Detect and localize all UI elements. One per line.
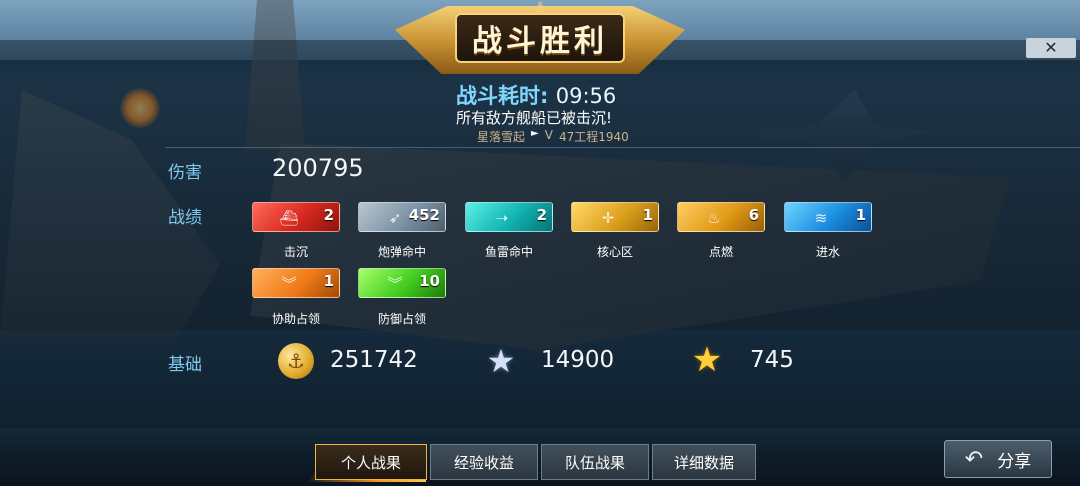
badge-citadel[interactable]: ✛ 1 bbox=[571, 202, 659, 232]
divider bbox=[165, 147, 1080, 148]
play-arrow-icon: ► bbox=[531, 128, 539, 139]
badge-count: 1 bbox=[323, 272, 334, 290]
gold-star-icon: ★ bbox=[691, 340, 723, 380]
share-label: 分享 bbox=[997, 451, 1032, 472]
badge-capture-assist[interactable]: ︾ 1 bbox=[252, 268, 340, 298]
coin-icon: ⚓ bbox=[278, 343, 314, 379]
badge-fire[interactable]: ♨ 6 bbox=[677, 202, 765, 232]
share-arrow-icon: ↶ bbox=[964, 446, 984, 472]
badge-label: 核心区 bbox=[596, 245, 633, 259]
ship-sinking-icon: ⛴ bbox=[279, 209, 299, 227]
close-icon: ✕ bbox=[1044, 38, 1058, 57]
tab-detailed-data[interactable]: 详细数据 bbox=[652, 444, 756, 480]
silver-star-icon: ★ bbox=[486, 342, 516, 380]
badge-count: 6 bbox=[748, 206, 759, 224]
badge-count: 2 bbox=[536, 206, 547, 224]
coins-value: 251742 bbox=[330, 347, 418, 373]
badge-capture-defend[interactable]: ︾ 10 bbox=[358, 268, 446, 298]
player-name: 星落雪起 bbox=[477, 130, 526, 144]
ship-tier: V bbox=[544, 128, 553, 142]
tab-personal-results[interactable]: 个人战果 bbox=[315, 444, 427, 480]
badge-sunk[interactable]: ⛴ 2 bbox=[252, 202, 340, 232]
badge-count: 1 bbox=[855, 206, 866, 224]
capture-defend-icon: ︾ bbox=[387, 275, 403, 293]
badge-label: 击沉 bbox=[283, 245, 308, 259]
badge-count: 1 bbox=[642, 206, 653, 224]
badge-label: 点燃 bbox=[708, 245, 733, 259]
badge-torpedo-hits[interactable]: ➝ 2 bbox=[465, 202, 553, 232]
tab-exp-earnings[interactable]: 经验收益 bbox=[430, 444, 538, 480]
badge-count: 452 bbox=[408, 206, 440, 224]
citadel-icon: ✛ bbox=[601, 209, 615, 227]
gold-exp-value: 745 bbox=[750, 347, 794, 373]
badge-label: 鱼雷命中 bbox=[484, 245, 533, 259]
close-button[interactable]: ✕ bbox=[1026, 38, 1076, 58]
badge-label: 协助占领 bbox=[271, 312, 320, 326]
tab-team-results[interactable]: 队伍战果 bbox=[541, 444, 649, 480]
page-title: 战斗胜利 bbox=[472, 24, 608, 59]
player-info: 星落雪起 ► V 47工程1940 bbox=[477, 128, 629, 145]
flooding-icon: ≋ bbox=[814, 209, 828, 227]
record-label: 战绩 bbox=[168, 208, 202, 228]
capture-assist-icon: ︾ bbox=[281, 275, 297, 293]
sea-foreground bbox=[0, 428, 1080, 486]
duration-value: 09:56 bbox=[555, 84, 617, 108]
share-button[interactable]: ↶ 分享 bbox=[944, 440, 1052, 478]
badge-label: 防御占领 bbox=[377, 312, 426, 326]
badge-shell-hits[interactable]: ➶ 452 bbox=[358, 202, 446, 232]
result-message: 所有敌方舰船已被击沉! bbox=[456, 109, 613, 127]
torpedo-icon: ➝ bbox=[495, 209, 509, 227]
badge-label: 进水 bbox=[815, 245, 840, 259]
badge-count: 10 bbox=[419, 272, 440, 290]
fire-icon: ♨ bbox=[707, 209, 721, 227]
base-label: 基础 bbox=[168, 355, 202, 375]
battle-duration: 战斗耗时: 09:56 bbox=[456, 80, 616, 110]
silver-exp-value: 14900 bbox=[541, 347, 615, 373]
badge-flooding[interactable]: ≋ 1 bbox=[784, 202, 872, 232]
badge-count: 2 bbox=[323, 206, 334, 224]
damage-value: 200795 bbox=[272, 154, 364, 182]
ship-name: 47工程1940 bbox=[558, 130, 629, 144]
duration-label: 战斗耗时: bbox=[456, 84, 549, 108]
badge-label: 炮弹命中 bbox=[377, 245, 426, 259]
damage-label: 伤害 bbox=[168, 163, 202, 183]
